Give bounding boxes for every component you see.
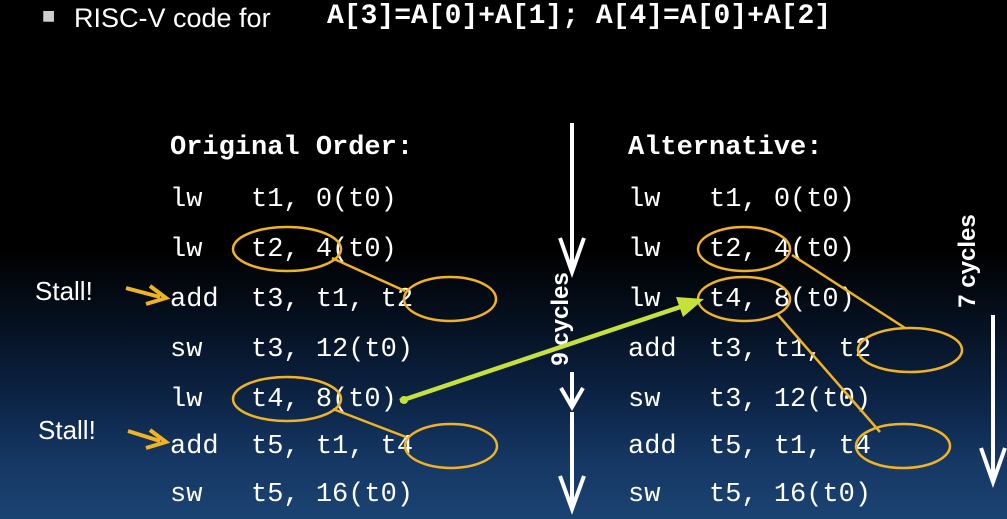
dependency-original-t4 xyxy=(332,407,407,439)
highlight-original-t4-use xyxy=(403,422,499,470)
annotation-overlay xyxy=(125,123,1007,515)
highlight-original-t2-dest xyxy=(231,225,343,273)
stall-arrow-1 xyxy=(125,284,171,306)
original-cycle-arrow-top xyxy=(558,123,586,279)
highlight-original-t2-use xyxy=(402,275,498,323)
highlight-alternative-t4-use xyxy=(854,422,952,470)
alternative-cycle-arrow xyxy=(979,315,1007,489)
original-cycle-arrow-bottom xyxy=(558,412,586,515)
dependency-alternative-t2 xyxy=(791,253,906,330)
highlight-alternative-t2-use xyxy=(856,326,964,374)
stall-arrow-2 xyxy=(127,428,171,450)
highlight-original-t4-dest xyxy=(231,375,343,423)
dependency-alternative-t4 xyxy=(777,314,881,433)
original-cycle-arrow-mid xyxy=(559,372,585,411)
dependency-original-t2 xyxy=(331,256,406,293)
highlight-alternative-t2-dest xyxy=(696,225,792,273)
highlight-alternative-t4-dest xyxy=(696,275,792,323)
reorder-move-arrow xyxy=(399,297,704,404)
